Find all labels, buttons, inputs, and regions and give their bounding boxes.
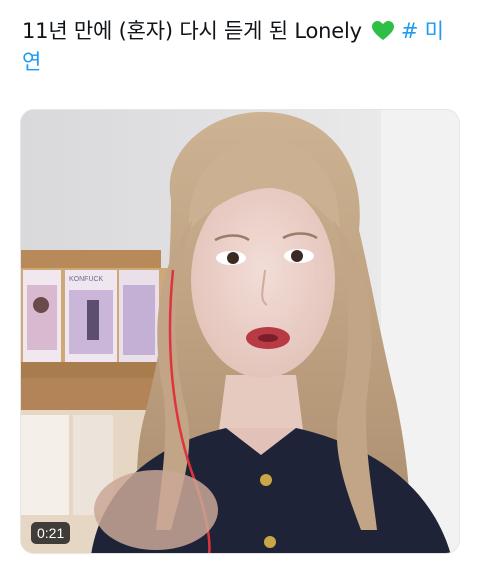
video-duration-badge: 0:21 bbox=[31, 522, 71, 544]
video-frame: KONFUCK bbox=[21, 110, 459, 553]
tweet-text: 11년 만에 (혼자) 다시 듣게 된 Lonely # 미연 bbox=[22, 16, 462, 78]
album-text: KONFUCK bbox=[69, 276, 104, 283]
video-player[interactable]: KONFUCK 0:21 bbox=[20, 109, 460, 554]
green-heart-icon bbox=[372, 19, 395, 40]
hand bbox=[94, 470, 218, 550]
tweet-body: 11년 만에 (혼자) 다시 듣게 된 Lonely bbox=[22, 19, 362, 43]
shelf bbox=[21, 250, 161, 268]
tweet: 11년 만에 (혼자) 다시 듣게 된 Lonely # 미연 KONFUCK … bbox=[0, 0, 480, 561]
